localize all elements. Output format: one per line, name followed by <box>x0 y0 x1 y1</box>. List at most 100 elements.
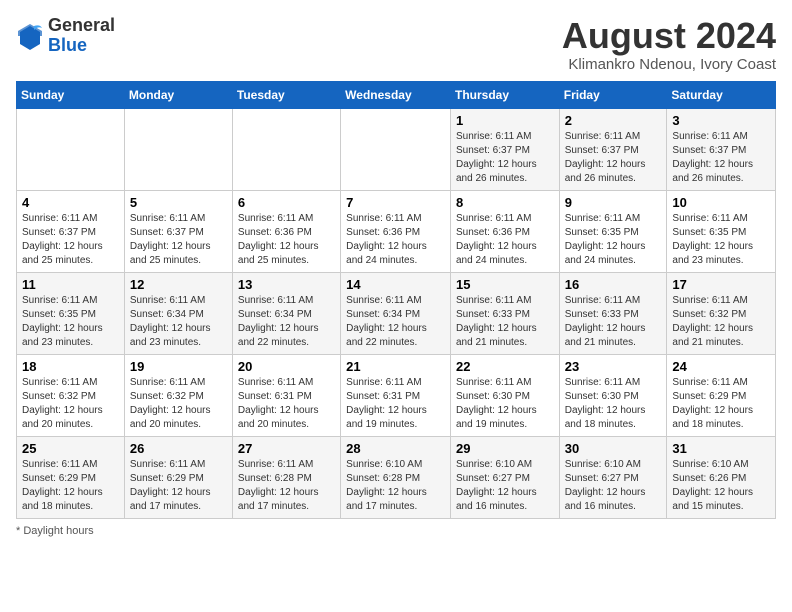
calendar-cell: 24 Sunrise: 6:11 AM Sunset: 6:29 PM Dayli… <box>667 354 776 436</box>
calendar-cell: 12 Sunrise: 6:11 AM Sunset: 6:34 PM Dayli… <box>124 272 232 354</box>
calendar-cell: 14Sunrise: 6:11 AM Sunset: 6:34 PM Dayli… <box>341 272 451 354</box>
calendar-week-row: 11 Sunrise: 6:11 AM Sunset: 6:35 PM Dayli… <box>17 272 776 354</box>
day-detail: Sunrise: 6:11 AM Sunset: 6:28 PM Dayligh… <box>238 458 335 514</box>
day-number: 27 <box>238 441 335 456</box>
day-number: 8 <box>456 195 554 210</box>
calendar-cell: 7Sunrise: 6:11 AM Sunset: 6:36 PM Daylig… <box>341 190 451 272</box>
calendar-cell: 1 Sunrise: 6:11 AM Sunset: 6:37 PM Daylig… <box>450 108 559 190</box>
day-number: 12 <box>130 277 227 292</box>
logo: General Blue <box>16 16 115 56</box>
calendar-week-row: 4Sunrise: 6:11 AM Sunset: 6:37 PM Daylig… <box>17 190 776 272</box>
logo-icon <box>16 22 44 50</box>
calendar-cell <box>124 108 232 190</box>
calendar-cell: 3Sunrise: 6:11 AM Sunset: 6:37 PM Daylig… <box>667 108 776 190</box>
day-detail: Sunrise: 6:10 AM Sunset: 6:26 PM Dayligh… <box>672 458 770 514</box>
calendar-cell: 17 Sunrise: 6:11 AM Sunset: 6:32 PM Dayli… <box>667 272 776 354</box>
calendar-cell: 30 Sunrise: 6:10 AM Sunset: 6:27 PM Dayli… <box>559 436 667 518</box>
calendar-cell: 4Sunrise: 6:11 AM Sunset: 6:37 PM Daylig… <box>17 190 125 272</box>
day-detail: Sunrise: 6:11 AM Sunset: 6:35 PM Dayligh… <box>565 212 662 268</box>
calendar-cell: 28 Sunrise: 6:10 AM Sunset: 6:28 PM Dayli… <box>341 436 451 518</box>
calendar-cell <box>17 108 125 190</box>
calendar-day-header: Monday <box>124 81 232 108</box>
day-detail: Sunrise: 6:11 AM Sunset: 6:35 PM Dayligh… <box>672 212 770 268</box>
calendar-cell: 2Sunrise: 6:11 AM Sunset: 6:37 PM Daylig… <box>559 108 667 190</box>
day-detail: Sunrise: 6:11 AM Sunset: 6:29 PM Dayligh… <box>130 458 227 514</box>
day-detail: Sunrise: 6:11 AM Sunset: 6:34 PM Dayligh… <box>238 294 335 350</box>
day-number: 17 <box>672 277 770 292</box>
calendar-table: SundayMondayTuesdayWednesdayThursdayFrid… <box>16 81 776 519</box>
calendar-cell: 6 Sunrise: 6:11 AM Sunset: 6:36 PM Daylig… <box>232 190 340 272</box>
day-number: 19 <box>130 359 227 374</box>
day-detail: Sunrise: 6:10 AM Sunset: 6:27 PM Dayligh… <box>456 458 554 514</box>
day-number: 30 <box>565 441 662 456</box>
calendar-cell: 19 Sunrise: 6:11 AM Sunset: 6:32 PM Dayli… <box>124 354 232 436</box>
month-year-title: August 2024 <box>562 16 776 56</box>
day-detail: Sunrise: 6:10 AM Sunset: 6:28 PM Dayligh… <box>346 458 445 514</box>
day-number: 26 <box>130 441 227 456</box>
calendar-day-header: Friday <box>559 81 667 108</box>
day-number: 23 <box>565 359 662 374</box>
day-number: 9 <box>565 195 662 210</box>
calendar-cell: 23Sunrise: 6:11 AM Sunset: 6:30 PM Dayli… <box>559 354 667 436</box>
day-number: 6 <box>238 195 335 210</box>
day-detail: Sunrise: 6:11 AM Sunset: 6:32 PM Dayligh… <box>22 376 119 432</box>
calendar-week-row: 25Sunrise: 6:11 AM Sunset: 6:29 PM Dayli… <box>17 436 776 518</box>
footer-note: * Daylight hours <box>16 525 776 537</box>
calendar-cell: 25Sunrise: 6:11 AM Sunset: 6:29 PM Dayli… <box>17 436 125 518</box>
calendar-day-header: Wednesday <box>341 81 451 108</box>
day-number: 1 <box>456 113 554 128</box>
calendar-cell: 26 Sunrise: 6:11 AM Sunset: 6:29 PM Dayli… <box>124 436 232 518</box>
calendar-week-row: 18Sunrise: 6:11 AM Sunset: 6:32 PM Dayli… <box>17 354 776 436</box>
day-detail: Sunrise: 6:11 AM Sunset: 6:34 PM Dayligh… <box>346 294 445 350</box>
day-number: 20 <box>238 359 335 374</box>
logo-general-text: General <box>48 15 115 35</box>
calendar-cell: 13 Sunrise: 6:11 AM Sunset: 6:34 PM Dayli… <box>232 272 340 354</box>
day-number: 31 <box>672 441 770 456</box>
day-detail: Sunrise: 6:11 AM Sunset: 6:32 PM Dayligh… <box>130 376 227 432</box>
day-detail: Sunrise: 6:11 AM Sunset: 6:36 PM Dayligh… <box>238 212 335 268</box>
day-detail: Sunrise: 6:11 AM Sunset: 6:30 PM Dayligh… <box>456 376 554 432</box>
calendar-cell: 20Sunrise: 6:11 AM Sunset: 6:31 PM Dayli… <box>232 354 340 436</box>
page-header: General Blue August 2024 Klimankro Ndeno… <box>16 16 776 73</box>
calendar-cell: 5 Sunrise: 6:11 AM Sunset: 6:37 PM Daylig… <box>124 190 232 272</box>
day-detail: Sunrise: 6:11 AM Sunset: 6:36 PM Dayligh… <box>456 212 554 268</box>
calendar-week-row: 1 Sunrise: 6:11 AM Sunset: 6:37 PM Daylig… <box>17 108 776 190</box>
calendar-header-row: SundayMondayTuesdayWednesdayThursdayFrid… <box>17 81 776 108</box>
calendar-day-header: Tuesday <box>232 81 340 108</box>
calendar-cell: 29 Sunrise: 6:10 AM Sunset: 6:27 PM Dayli… <box>450 436 559 518</box>
calendar-cell: 15Sunrise: 6:11 AM Sunset: 6:33 PM Dayli… <box>450 272 559 354</box>
title-area: August 2024 Klimankro Ndenou, Ivory Coas… <box>562 16 776 73</box>
day-detail: Sunrise: 6:11 AM Sunset: 6:34 PM Dayligh… <box>130 294 227 350</box>
day-detail: Sunrise: 6:11 AM Sunset: 6:31 PM Dayligh… <box>346 376 445 432</box>
calendar-cell: 31 Sunrise: 6:10 AM Sunset: 6:26 PM Dayli… <box>667 436 776 518</box>
day-detail: Sunrise: 6:11 AM Sunset: 6:33 PM Dayligh… <box>565 294 662 350</box>
calendar-day-header: Thursday <box>450 81 559 108</box>
calendar-cell: 8 Sunrise: 6:11 AM Sunset: 6:36 PM Daylig… <box>450 190 559 272</box>
calendar-cell <box>232 108 340 190</box>
day-number: 10 <box>672 195 770 210</box>
day-detail: Sunrise: 6:11 AM Sunset: 6:35 PM Dayligh… <box>22 294 119 350</box>
calendar-cell: 11 Sunrise: 6:11 AM Sunset: 6:35 PM Dayli… <box>17 272 125 354</box>
day-number: 16 <box>565 277 662 292</box>
day-detail: Sunrise: 6:11 AM Sunset: 6:37 PM Dayligh… <box>130 212 227 268</box>
day-number: 13 <box>238 277 335 292</box>
day-number: 28 <box>346 441 445 456</box>
daylight-hours-label: Daylight hours <box>23 525 93 537</box>
day-detail: Sunrise: 6:11 AM Sunset: 6:37 PM Dayligh… <box>22 212 119 268</box>
day-number: 5 <box>130 195 227 210</box>
day-detail: Sunrise: 6:11 AM Sunset: 6:32 PM Dayligh… <box>672 294 770 350</box>
day-number: 15 <box>456 277 554 292</box>
logo-blue-text: Blue <box>48 35 87 55</box>
day-number: 11 <box>22 277 119 292</box>
day-number: 29 <box>456 441 554 456</box>
day-detail: Sunrise: 6:11 AM Sunset: 6:37 PM Dayligh… <box>672 130 770 186</box>
day-number: 24 <box>672 359 770 374</box>
day-detail: Sunrise: 6:10 AM Sunset: 6:27 PM Dayligh… <box>565 458 662 514</box>
day-detail: Sunrise: 6:11 AM Sunset: 6:29 PM Dayligh… <box>672 376 770 432</box>
calendar-cell: 10 Sunrise: 6:11 AM Sunset: 6:35 PM Dayli… <box>667 190 776 272</box>
calendar-cell: 18Sunrise: 6:11 AM Sunset: 6:32 PM Dayli… <box>17 354 125 436</box>
calendar-cell <box>341 108 451 190</box>
day-detail: Sunrise: 6:11 AM Sunset: 6:37 PM Dayligh… <box>456 130 554 186</box>
calendar-cell: 22Sunrise: 6:11 AM Sunset: 6:30 PM Dayli… <box>450 354 559 436</box>
location-subtitle: Klimankro Ndenou, Ivory Coast <box>562 56 776 73</box>
